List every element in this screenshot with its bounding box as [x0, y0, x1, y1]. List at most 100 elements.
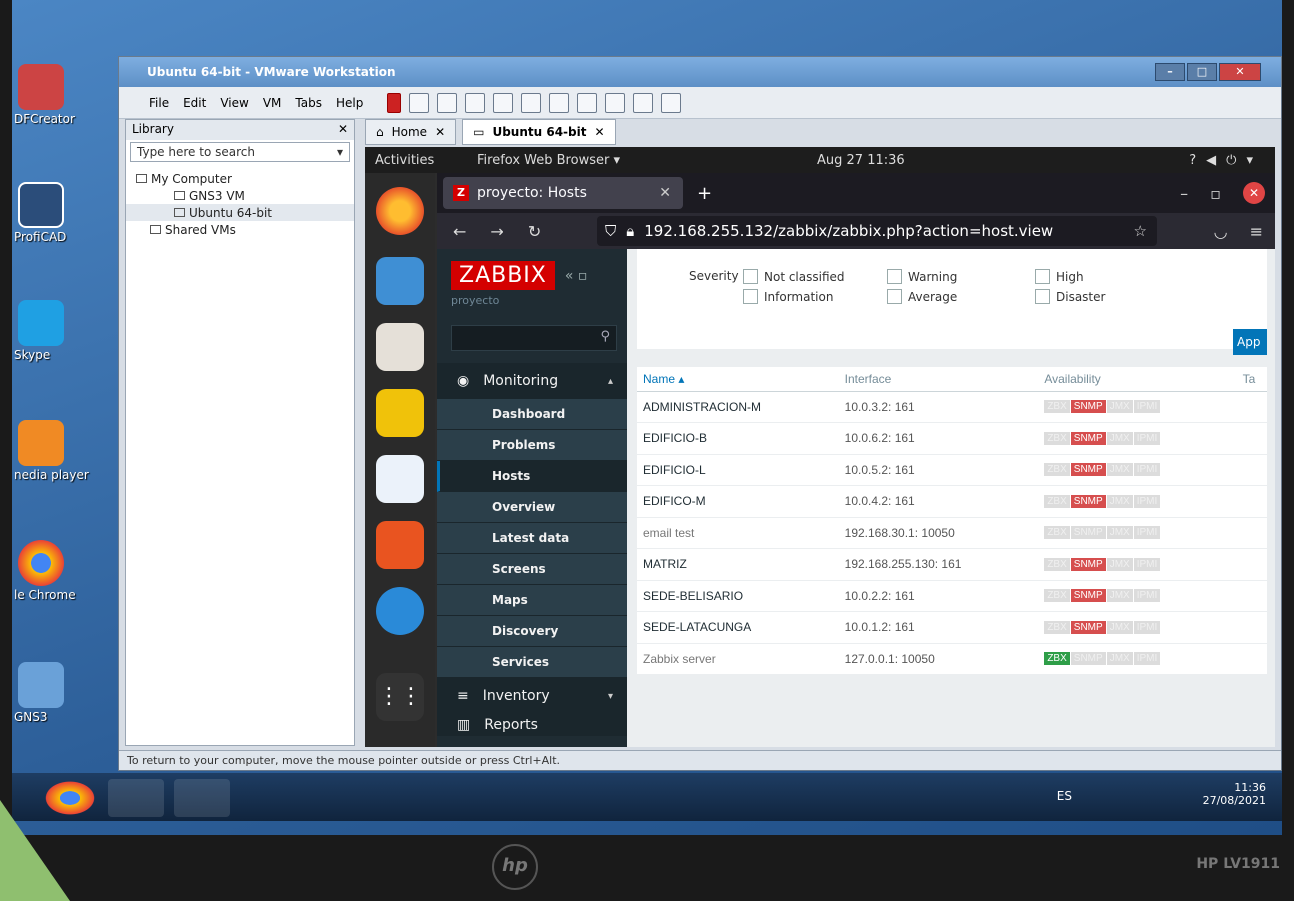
zbx-badge[interactable]: ZBX — [1044, 431, 1070, 445]
menu-monitoring[interactable]: ◉ Monitoring ▴ — [437, 363, 627, 399]
search-icon[interactable]: ⚲ — [600, 329, 610, 344]
zbx-badge[interactable]: ZBX — [1044, 494, 1070, 508]
zbx-badge[interactable]: ZBX — [1044, 400, 1070, 414]
clock[interactable]: Aug 27 11:36 — [817, 153, 905, 168]
activities-button[interactable]: Activities — [375, 153, 434, 168]
maximize-button[interactable]: ▫ — [1210, 184, 1221, 203]
tree-item-my-computer[interactable]: My Computer — [126, 170, 354, 187]
zbx-badge[interactable]: ZBX — [1044, 526, 1070, 540]
ubuntu-guest-screen[interactable]: Activities Firefox Web Browser ▾ Aug 27 … — [365, 147, 1275, 747]
zabbix-logo[interactable]: ZABBIX — [451, 261, 555, 290]
browser-tab[interactable]: Z proyecto: Hosts ✕ — [443, 177, 683, 209]
language-indicator[interactable]: ES — [1057, 789, 1072, 803]
files-icon[interactable] — [376, 323, 424, 371]
menu-problems[interactable]: Problems — [437, 430, 627, 461]
ipmi-badge[interactable]: IPMI — [1133, 526, 1161, 540]
menu-screens[interactable]: Screens — [437, 554, 627, 585]
menu-discovery[interactable]: Discovery — [437, 616, 627, 647]
snapshot-manager-icon[interactable] — [493, 92, 514, 113]
menu-services[interactable]: Services — [437, 647, 627, 678]
vmware-taskbar-icon[interactable] — [108, 779, 164, 817]
ipmi-badge[interactable]: IPMI — [1133, 494, 1161, 508]
collapse-sidebar-icon[interactable]: « ▫ — [565, 268, 588, 284]
unity-icon[interactable] — [605, 92, 626, 113]
menu-hosts[interactable]: Hosts — [437, 461, 627, 492]
menu-latest-data[interactable]: Latest data — [437, 523, 627, 554]
host-name-link[interactable]: SEDE-LATACUNGA — [637, 611, 839, 644]
menu-edit[interactable]: Edit — [183, 96, 206, 110]
jmx-badge[interactable]: JMX — [1106, 557, 1133, 571]
snmp-badge[interactable]: SNMP — [1070, 431, 1106, 445]
snmp-badge[interactable]: SNMP — [1070, 652, 1106, 666]
snapshot-icon[interactable] — [437, 92, 458, 113]
column-interface[interactable]: Interface — [838, 367, 1039, 392]
tree-item-shared-vms[interactable]: Shared VMs — [126, 221, 354, 238]
back-icon[interactable]: ← — [453, 222, 466, 241]
library-search-input[interactable]: Type here to search ▾ — [130, 142, 350, 162]
close-tab-icon[interactable]: ✕ — [659, 185, 671, 201]
libreoffice-writer-icon[interactable] — [376, 455, 424, 503]
jmx-badge[interactable]: JMX — [1106, 431, 1133, 445]
severity-disaster-checkbox[interactable]: Disaster — [1035, 289, 1105, 304]
snmp-badge[interactable]: SNMP — [1070, 494, 1106, 508]
jmx-badge[interactable]: JMX — [1106, 526, 1133, 540]
thunderbird-icon[interactable] — [376, 257, 424, 305]
menu-help[interactable]: Help — [336, 96, 363, 110]
host-name-link[interactable]: SEDE-BELISARIO — [637, 580, 839, 612]
system-clock[interactable]: 11:36 27/08/2021 — [1203, 781, 1266, 807]
chevron-down-icon[interactable]: ▾ — [337, 145, 343, 159]
ipmi-badge[interactable]: IPMI — [1133, 400, 1161, 414]
snmp-badge[interactable]: SNMP — [1070, 463, 1106, 477]
severity-not-classified-checkbox[interactable]: Not classified — [743, 269, 845, 284]
column-availability[interactable]: Availability — [1038, 367, 1237, 392]
snmp-badge[interactable]: SNMP — [1070, 620, 1106, 634]
maximize-button[interactable]: □ — [1187, 63, 1217, 81]
menu-reports[interactable]: ▥ Reports — [437, 714, 627, 736]
thumbnail-bar-icon[interactable] — [549, 92, 570, 113]
jmx-badge[interactable]: JMX — [1106, 589, 1133, 603]
shield-icon[interactable]: ⛉ — [605, 222, 616, 240]
stretch-icon[interactable] — [661, 92, 682, 113]
show-apps-icon[interactable]: ⋮⋮ — [376, 673, 424, 721]
minimize-button[interactable]: – — [1180, 184, 1188, 203]
menu-dashboard[interactable]: Dashboard — [437, 399, 627, 430]
jmx-badge[interactable]: JMX — [1106, 400, 1133, 414]
close-icon[interactable]: ✕ — [594, 125, 604, 139]
host-name-link[interactable]: EDIFICIO-L — [637, 454, 839, 486]
column-name[interactable]: Name ▴ — [637, 367, 839, 392]
host-name-link[interactable]: ADMINISTRACION-M — [637, 391, 839, 423]
desktop-icon-chrome[interactable]: le Chrome — [12, 540, 107, 602]
menu-vm[interactable]: VM — [263, 96, 282, 110]
reload-icon[interactable]: ↻ — [528, 222, 541, 241]
new-tab-button[interactable]: + — [697, 183, 712, 204]
close-button[interactable]: ✕ — [1243, 182, 1265, 204]
menu-tabs[interactable]: Tabs — [295, 96, 322, 110]
system-menu[interactable]: ?◀⏻▾ — [1189, 153, 1263, 168]
tab-ubuntu[interactable]: ▭ Ubuntu 64-bit ✕ — [462, 119, 616, 145]
console-view-icon[interactable] — [633, 92, 654, 113]
url-bar[interactable]: ⛉ 🔒︎ 192.168.255.132/zabbix/zabbix.php?a… — [597, 216, 1157, 246]
minimize-button[interactable]: – — [1155, 63, 1185, 81]
host-name-link[interactable]: Zabbix server — [637, 643, 839, 675]
zbx-badge[interactable]: ZBX — [1044, 557, 1070, 571]
apply-button[interactable]: App — [1233, 329, 1267, 355]
tree-item-ubuntu[interactable]: Ubuntu 64-bit — [126, 204, 354, 221]
desktop-icon-skype[interactable]: Skype — [12, 300, 107, 362]
full-screen-icon[interactable] — [577, 92, 598, 113]
menu-overview[interactable]: Overview — [437, 492, 627, 523]
close-icon[interactable]: ✕ — [435, 125, 445, 139]
sidebar-search-input[interactable]: ⚲ — [451, 325, 617, 351]
severity-high-checkbox[interactable]: High — [1035, 269, 1084, 284]
menu-inventory[interactable]: ≡ Inventory ▾ — [437, 678, 627, 714]
close-button[interactable]: ✕ — [1219, 63, 1261, 81]
app-menu[interactable]: Firefox Web Browser ▾ — [477, 153, 620, 168]
host-name-link[interactable]: MATRIZ — [637, 548, 839, 581]
software-center-icon[interactable] — [376, 521, 424, 569]
column-tags[interactable]: Ta — [1236, 367, 1267, 392]
desktop-icon-proficad[interactable]: ProfiCAD — [12, 182, 107, 244]
menu-file[interactable]: File — [149, 96, 169, 110]
desktop-icon-gns3[interactable]: GNS3 — [12, 662, 107, 724]
revert-snapshot-icon[interactable] — [465, 92, 486, 113]
firefox-icon[interactable] — [376, 187, 424, 235]
jmx-badge[interactable]: JMX — [1106, 463, 1133, 477]
